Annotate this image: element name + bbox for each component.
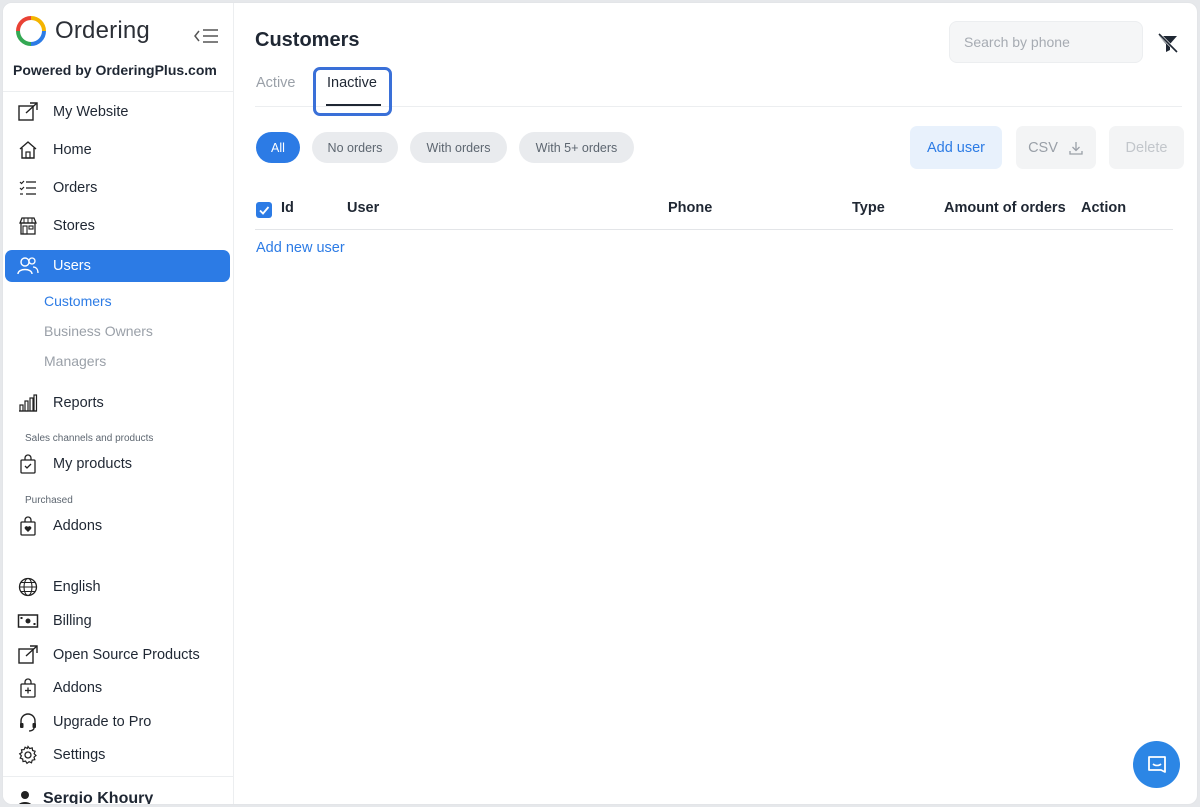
external-link-icon (17, 101, 39, 123)
status-tabs: Active Inactive (255, 69, 1182, 107)
home-icon (17, 139, 39, 161)
column-header-phone: Phone (668, 200, 713, 216)
ordering-logo-icon (16, 16, 46, 46)
people-icon (17, 255, 39, 277)
main-content: Customers Active Inactive All No orders … (235, 3, 1197, 804)
sidebar-item-label: Addons (53, 518, 103, 534)
sidebar-item-orders[interactable]: Orders (5, 172, 230, 204)
app-window: Ordering Powered by OrderingPlus.com My … (2, 2, 1198, 805)
filter-chip-all[interactable]: All (256, 132, 300, 163)
sidebar-item-addons[interactable]: Addons (5, 672, 230, 704)
sidebar-item-stores[interactable]: Stores (5, 210, 230, 242)
csv-button-label: CSV (1028, 139, 1058, 156)
sidebar-item-upgrade[interactable]: Upgrade to Pro (5, 706, 230, 738)
globe-icon (17, 576, 39, 598)
sidebar-item-open-source[interactable]: Open Source Products (5, 639, 230, 671)
sidebar-item-label: Settings (53, 747, 106, 763)
search-box[interactable] (949, 21, 1145, 63)
divider (3, 91, 234, 92)
sidebar-item-my-products[interactable]: My products (5, 448, 230, 480)
table-header: Id User Phone Type Amount of orders Acti… (255, 189, 1173, 230)
filter-chip-no-orders[interactable]: No orders (312, 132, 398, 163)
delete-button[interactable]: Delete (1109, 126, 1184, 169)
tab-inactive-highlight (313, 67, 392, 116)
csv-export-button[interactable]: CSV (1016, 126, 1096, 169)
delete-button-label: Delete (1125, 139, 1168, 156)
filter-off-icon[interactable] (1156, 31, 1180, 55)
checkmark-icon (259, 206, 270, 215)
filter-chip-with-orders[interactable]: With orders (410, 132, 507, 163)
filter-chip-with-5-plus-orders[interactable]: With 5+ orders (519, 132, 634, 163)
sidebar-item-reports[interactable]: Reports (5, 387, 230, 419)
tab-active[interactable]: Active (256, 75, 296, 91)
add-user-button-label: Add user (926, 139, 986, 156)
user-avatar-icon (17, 790, 33, 804)
user-profile[interactable]: Sergio Khoury (17, 790, 154, 805)
gear-icon (17, 744, 39, 766)
sidebar-item-label: English (53, 579, 101, 595)
column-header-user: User (347, 200, 380, 216)
add-new-user-link[interactable]: Add new user (256, 240, 345, 256)
chat-launcher-button[interactable] (1133, 741, 1180, 788)
add-user-button[interactable]: Add user (910, 126, 1002, 169)
sidebar-item-label: Users (53, 258, 91, 274)
search-input[interactable] (964, 34, 1145, 50)
bag-heart-icon (17, 515, 39, 537)
sidebar-item-label: Open Source Products (53, 647, 200, 663)
sidebar-item-label: Orders (53, 180, 98, 196)
sidebar-item-label: Addons (53, 680, 103, 696)
sidebar-item-settings[interactable]: Settings (5, 739, 230, 771)
select-all-checkbox[interactable] (256, 202, 272, 218)
submenu-customers[interactable]: Customers (44, 293, 112, 309)
sidebar-item-label: Billing (53, 613, 92, 629)
submenu-business-owners[interactable]: Business Owners (44, 323, 153, 339)
sidebar-item-label: Reports (53, 395, 104, 411)
shop-icon (17, 215, 39, 237)
column-header-type: Type (852, 200, 885, 216)
column-header-amount-of-orders: Amount of orders (944, 200, 1066, 216)
bag-check-icon (17, 453, 39, 475)
sidebar-item-billing[interactable]: Billing (5, 605, 230, 637)
sidebar-item-language[interactable]: English (5, 571, 230, 603)
download-icon (1069, 141, 1083, 155)
sidebar-item-label: My products (53, 456, 132, 472)
column-header-id: Id (281, 200, 294, 216)
sidebar-item-home[interactable]: Home (5, 134, 230, 166)
bar-chart-icon (17, 392, 39, 414)
chat-icon (1147, 755, 1166, 773)
headset-icon (17, 711, 39, 733)
sidebar-item-label: Stores (53, 218, 95, 234)
brand-name: Ordering (55, 17, 150, 44)
sidebar-item-label: Upgrade to Pro (53, 714, 152, 730)
list-check-icon (17, 177, 39, 199)
external-link-icon (17, 644, 39, 666)
divider (3, 776, 234, 777)
sidebar-item-my-website[interactable]: My Website (5, 96, 230, 128)
submenu-managers[interactable]: Managers (44, 353, 106, 369)
sidebar-item-users[interactable]: Users (5, 250, 230, 282)
section-label-sales: Sales channels and products (25, 433, 154, 444)
cash-icon (17, 610, 39, 632)
page-title: Customers (255, 29, 360, 51)
collapse-menu-icon[interactable] (193, 27, 219, 45)
section-label-purchased: Purchased (25, 495, 73, 506)
sidebar: Ordering Powered by OrderingPlus.com My … (3, 3, 234, 805)
bag-plus-icon (17, 677, 39, 699)
column-header-action: Action (1081, 200, 1127, 216)
brand: Ordering (15, 15, 150, 47)
sidebar-item-addons-purchased[interactable]: Addons (5, 510, 230, 542)
user-name: Sergio Khoury (43, 790, 154, 805)
sidebar-item-label: My Website (53, 104, 129, 120)
powered-by-text: Powered by OrderingPlus.com (13, 62, 217, 78)
sidebar-item-label: Home (53, 142, 92, 158)
